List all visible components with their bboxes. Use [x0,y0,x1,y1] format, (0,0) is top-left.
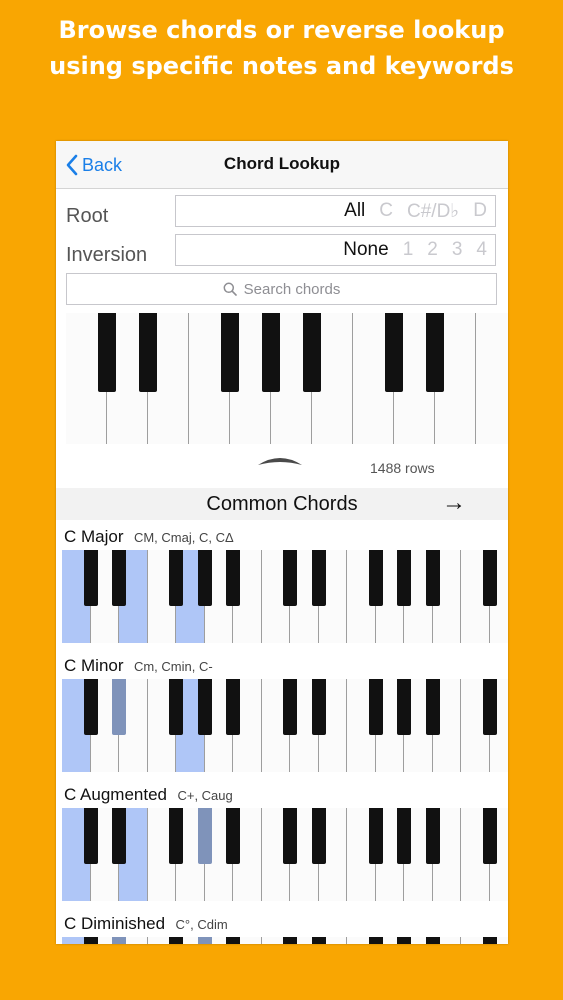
black-key [83,679,98,735]
search-input[interactable]: Search chords [66,273,497,305]
black-key [425,937,440,944]
black-key [311,550,326,606]
chord-name: C Minor [64,656,124,675]
root-row: Root All C C#/D♭ D [56,195,508,233]
note-input-keyboard[interactable] [66,313,508,444]
chord-row[interactable]: C Diminished C°, Cdim [56,907,508,944]
inversion-option[interactable]: 1 [403,239,414,261]
black-key [397,550,411,606]
inversion-option[interactable]: 3 [452,239,463,261]
root-option[interactable]: C [379,200,393,222]
chord-aliases: CM, Cmaj, C, CΔ [133,530,234,545]
black-key [311,808,326,864]
black-key [425,550,440,606]
black-key [311,937,326,944]
chord-row[interactable]: C Major CM, Cmaj, C, CΔ [56,520,508,649]
black-key [226,937,240,944]
black-key[interactable] [139,313,157,392]
black-key [397,808,411,864]
root-selector[interactable]: All C C#/D♭ D [175,195,496,227]
search-placeholder: Search chords [243,280,341,298]
black-key [197,679,212,735]
root-option[interactable]: D [473,200,487,222]
black-key [83,550,98,606]
promo-banner: Browse chords or reverse lookup using sp… [0,12,563,84]
chord-keyboard [62,550,508,643]
chord-keyboard [62,679,508,772]
black-key[interactable] [98,313,116,392]
black-key [368,937,383,944]
inversion-option[interactable]: 2 [427,239,438,261]
root-label: Root [66,205,109,227]
inversion-label: Inversion [66,244,148,266]
section-header: Common Chords → [56,488,508,520]
black-key [112,679,126,735]
inversion-selector[interactable]: None 1 2 3 4 [175,234,496,266]
black-key [283,550,297,606]
promo-line-1: Browse chords or reverse lookup [58,16,505,44]
black-key [482,808,497,864]
promo-line-2: using specific notes and keywords [49,52,514,80]
inversion-row: Inversion None 1 2 3 4 [56,234,508,272]
black-key [425,808,440,864]
chord-row[interactable]: C Minor Cm, Cmin, C- [56,649,508,778]
root-option[interactable]: C#/D♭ [407,200,459,223]
black-key [482,679,497,735]
black-key [226,679,240,735]
chord-name: C Augmented [64,785,168,804]
black-key [283,679,297,735]
black-key [226,550,240,606]
collapse-handle-icon[interactable] [256,453,304,467]
black-key [425,679,440,735]
chord-name: C Diminished [64,914,166,933]
chord-aliases: Cm, Cmin, C- [133,659,213,674]
black-key [112,937,126,944]
black-key [169,937,183,944]
black-key [83,937,98,944]
chord-name: C Major [64,527,124,546]
root-option-selected[interactable]: All [344,200,365,222]
black-key [482,937,497,944]
app-screen: Back Chord Lookup Root All C C#/D♭ D Inv… [56,141,508,944]
section-next-arrow[interactable]: → [442,489,466,517]
black-key [169,808,183,864]
black-key [283,808,297,864]
page-title: Chord Lookup [223,154,341,173]
white-key[interactable] [476,313,508,444]
black-key [283,937,297,944]
black-key [197,550,212,606]
chord-row[interactable]: C Augmented C+, Caug [56,778,508,907]
black-key [368,550,383,606]
black-key [482,550,497,606]
black-key[interactable] [426,313,444,392]
section-title: Common Chords [206,493,358,515]
black-key [197,937,212,944]
black-key [83,808,98,864]
chord-keyboard [62,808,508,901]
chord-keyboard [62,937,508,944]
black-key [169,550,183,606]
chord-aliases: C°, Cdim [175,917,228,932]
black-key[interactable] [303,313,321,392]
black-key [311,679,326,735]
black-key [368,679,383,735]
navigation-bar: Back Chord Lookup [56,141,508,189]
black-key [397,679,411,735]
results-bar: 1488 rows [56,445,508,488]
search-icon [223,282,237,296]
chord-aliases: C+, Caug [177,788,233,803]
black-key [397,937,411,944]
black-key[interactable] [385,313,403,392]
inversion-option-selected[interactable]: None [343,239,388,261]
inversion-option[interactable]: 4 [476,239,487,261]
black-key[interactable] [221,313,239,392]
black-key [226,808,240,864]
black-key [112,550,126,606]
black-key[interactable] [262,313,280,392]
black-key [368,808,383,864]
row-count: 1488 rows [370,460,435,476]
black-key [169,679,183,735]
black-key [112,808,126,864]
black-key [197,808,212,864]
